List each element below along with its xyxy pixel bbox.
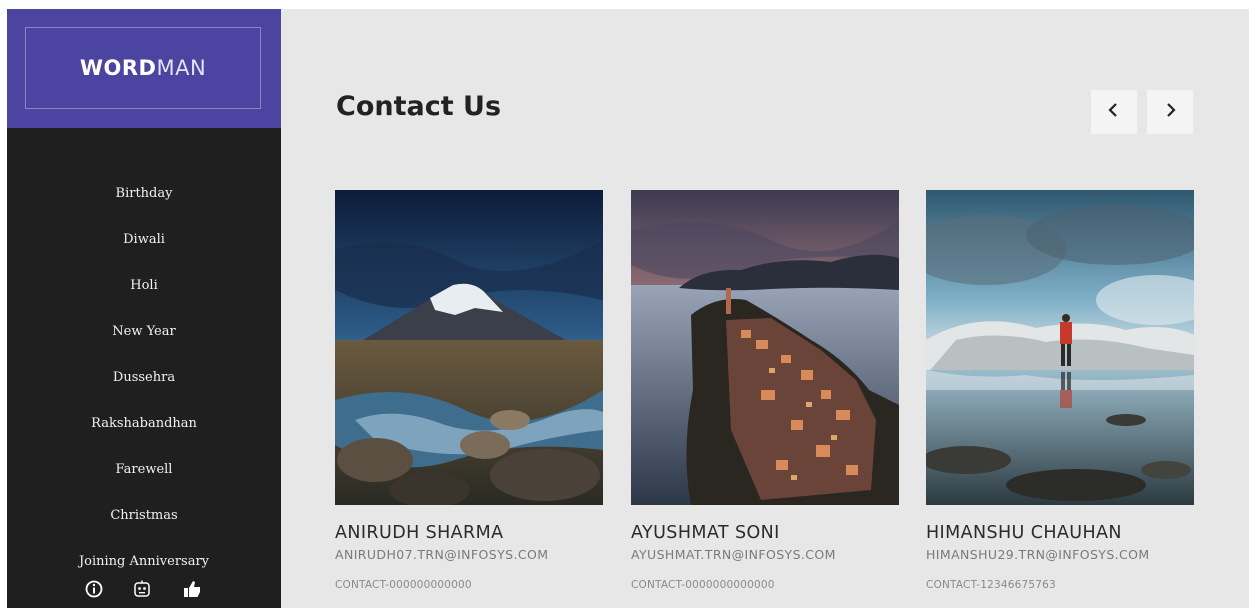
contact-card: ANIRUDH SHARMA ANIRUDH07.TRN@INFOSYS.COM… [335,190,603,591]
sidebar-item-holi[interactable]: Holi [7,273,281,319]
glacier-hiker-photo [926,190,1194,505]
sidebar: WORD MAN Birthday Diwali Holi New Year Du… [7,9,281,608]
contact-email[interactable]: ANIRUDH07.TRN@INFOSYS.COM [335,547,603,562]
sidebar-menu: Birthday Diwali Holi New Year Dussehra R… [7,181,281,595]
page-title: Contact Us [336,91,502,122]
contact-email[interactable]: AYUSHMAT.TRN@INFOSYS.COM [631,547,899,562]
info-icon[interactable] [85,580,103,598]
contact-email[interactable]: HIMANSHU29.TRN@INFOSYS.COM [926,547,1194,562]
mountain-river-photo [335,190,603,505]
carousel-next-button[interactable] [1147,90,1193,134]
sidebar-item-dussehra[interactable]: Dussehra [7,365,281,411]
contact-phone: CONTACT-000000000000 [335,579,472,591]
robot-icon[interactable] [133,580,151,598]
sidebar-item-rakshabandhan[interactable]: Rakshabandhan [7,411,281,457]
contact-phone: CONTACT-0000000000000 [631,579,775,591]
coastal-village-photo [631,190,899,505]
sidebar-item-new-year[interactable]: New Year [7,319,281,365]
app-frame: WORD MAN Birthday Diwali Holi New Year Du… [7,9,1249,608]
sidebar-item-diwali[interactable]: Diwali [7,227,281,273]
brand-header: WORD MAN [7,9,281,128]
chevron-left-icon [1107,102,1121,122]
contact-card: AYUSHMAT SONI AYUSHMAT.TRN@INFOSYS.COM C… [631,190,899,591]
carousel-prev-button[interactable] [1091,90,1137,134]
sidebar-footer [7,570,281,608]
contact-name: AYUSHMAT SONI [631,523,780,543]
brand-logo[interactable]: WORD MAN [25,27,261,109]
brand-light: MAN [156,56,207,80]
sidebar-item-christmas[interactable]: Christmas [7,503,281,549]
chevron-right-icon [1163,102,1177,122]
contact-name: ANIRUDH SHARMA [335,523,504,543]
contact-phone: CONTACT-12346675763 [926,579,1056,591]
contact-card: HIMANSHU CHAUHAN HIMANSHU29.TRN@INFOSYS.… [926,190,1194,591]
sidebar-item-birthday[interactable]: Birthday [7,181,281,227]
sidebar-item-farewell[interactable]: Farewell [7,457,281,503]
thumbs-up-icon[interactable] [183,580,201,598]
brand-bold: WORD [79,56,157,80]
contact-name: HIMANSHU CHAUHAN [926,523,1122,543]
